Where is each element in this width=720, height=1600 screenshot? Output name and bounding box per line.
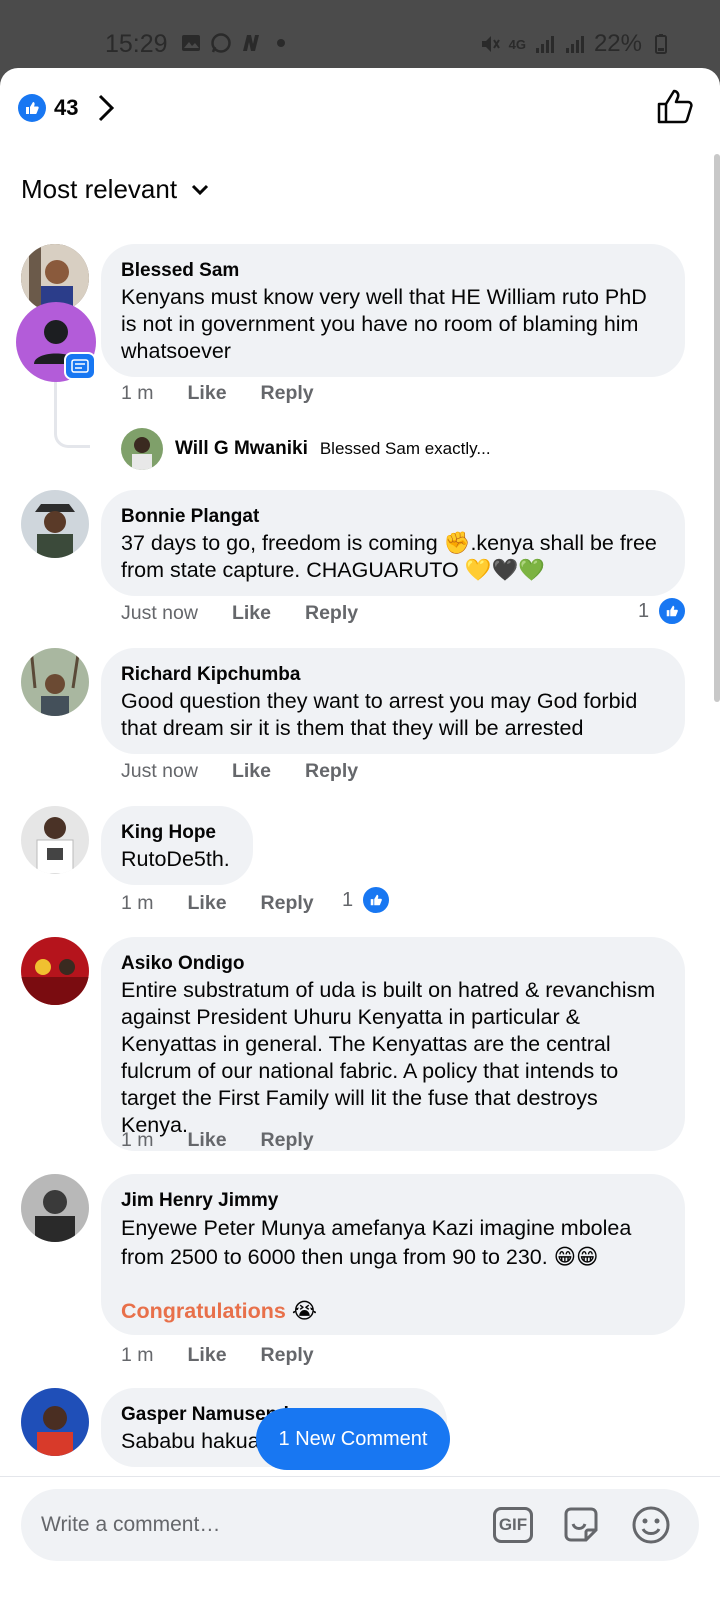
signal-icon — [565, 36, 584, 53]
sticker-icon — [564, 1507, 598, 1542]
emoji-icon — [632, 1506, 670, 1544]
reaction-count: 1 — [638, 599, 650, 622]
composer-bar: GIF — [0, 1476, 720, 1600]
comment-actions: 1 m Like Reply — [121, 382, 314, 405]
system-icons: 4G 22% — [479, 30, 672, 58]
comment-time: Just now — [121, 760, 198, 782]
emoji-button[interactable] — [629, 1503, 673, 1547]
comment-time: 1 m — [121, 382, 154, 404]
new-comment-button[interactable]: 1 New Comment — [256, 1408, 450, 1470]
avatar[interactable] — [21, 490, 89, 558]
gif-button[interactable]: GIF — [491, 1503, 535, 1547]
comment-author[interactable]: Blessed Sam — [121, 258, 665, 284]
comment-bubble[interactable]: Jim Henry Jimmy Enyewe Peter Munya amefa… — [101, 1174, 685, 1335]
reply-text: Blessed Sam exactly... — [319, 439, 491, 458]
comment-bubble[interactable]: King Hope RutoDe5th. — [101, 806, 253, 885]
reaction-summary[interactable]: 1 — [342, 885, 392, 915]
reply-button[interactable]: Reply — [261, 892, 314, 915]
status-time: 15:29 — [105, 30, 168, 58]
sticker-button[interactable] — [559, 1503, 603, 1547]
comment-input[interactable] — [41, 1509, 461, 1541]
messenger-badge-icon — [64, 352, 96, 380]
comment-bubble[interactable]: Bonnie Plangat 37 days to go, freedom is… — [101, 490, 685, 596]
battery-percent: 22% — [593, 30, 642, 57]
comment-actions: 1 m Like Reply — [121, 1129, 314, 1152]
reply-button[interactable]: Reply — [305, 602, 358, 625]
like-button[interactable]: Like — [188, 892, 227, 915]
reaction-count: 1 — [342, 888, 354, 911]
comment-text: Entire substratum of uda is built on hat… — [121, 978, 656, 1137]
comment-bubble[interactable]: Richard Kipchumba Good question they wan… — [101, 648, 685, 754]
gif-icon: GIF — [493, 1507, 533, 1543]
comment-text: 37 days to go, freedom is coming ✊.kenya… — [121, 531, 657, 582]
n-app-icon — [243, 35, 259, 51]
mute-icon — [481, 36, 500, 52]
scrollbar[interactable] — [714, 154, 720, 702]
highlight-emoji: 😭 — [291, 1299, 317, 1323]
sort-label: Most relevant — [21, 174, 178, 204]
like-button[interactable]: Like — [232, 602, 271, 625]
comment-author[interactable]: King Hope — [121, 820, 233, 846]
chevron-down-icon — [192, 184, 209, 195]
comment-composer: GIF — [21, 1489, 699, 1561]
reactions-summary-link[interactable]: 43 — [18, 90, 116, 126]
avatar[interactable] — [21, 1174, 89, 1242]
comment-time: Just now — [121, 602, 198, 624]
like-button[interactable]: Like — [188, 382, 227, 405]
avatar[interactable] — [21, 648, 89, 716]
comment-actions: Just now Like Reply — [121, 760, 358, 783]
like-reaction-icon — [361, 885, 392, 915]
avatar[interactable] — [21, 806, 89, 874]
comments-sheet: 43 Most relevant Blessed Sam Kenyans mus… — [0, 68, 720, 1600]
dot-icon — [277, 39, 285, 47]
comment-time: 1 m — [121, 1129, 154, 1151]
comment-text: Enyewe Peter Munya amefanya Kazi imagine… — [121, 1216, 632, 1269]
comment-author[interactable]: Asiko Ondigo — [121, 951, 665, 977]
comment-highlight-line: Congratulations 😭 — [121, 1298, 665, 1325]
notification-icons — [180, 32, 292, 54]
chevron-right-icon — [99, 94, 115, 122]
reply-author: Will G Mwaniki — [175, 438, 308, 459]
comment-author[interactable]: Bonnie Plangat — [121, 504, 665, 530]
comment-author[interactable]: Jim Henry Jimmy — [121, 1188, 665, 1214]
avatar[interactable] — [21, 1388, 89, 1456]
comment-author[interactable]: Richard Kipchumba — [121, 662, 665, 688]
reaction-summary[interactable]: 1 — [638, 596, 688, 626]
like-button[interactable]: Like — [232, 760, 271, 783]
reply-button[interactable]: Reply — [305, 760, 358, 783]
reply-preview[interactable]: Will G Mwaniki Blessed Sam exactly... — [121, 428, 491, 470]
like-reaction-icon — [18, 94, 46, 122]
like-reaction-icon — [657, 596, 688, 626]
comment-text: Good question they want to arrest you ma… — [121, 689, 638, 740]
thread-line — [54, 378, 90, 448]
reply-button[interactable]: Reply — [261, 1129, 314, 1152]
comment-time: 1 m — [121, 892, 154, 914]
reaction-count: 43 — [54, 95, 79, 120]
like-post-button[interactable] — [656, 88, 694, 126]
sheet-header: 43 — [0, 68, 720, 148]
battery-icon — [655, 34, 667, 54]
comment-actions: 1 m Like Reply — [121, 1344, 314, 1367]
whatsapp-icon — [211, 33, 231, 53]
comment-text: RutoDe5th. — [121, 847, 230, 871]
signal-icon — [535, 36, 554, 53]
status-bar: 15:29 4G 22% — [0, 0, 720, 70]
network-type: 4G — [508, 36, 526, 52]
comment-time: 1 m — [121, 1344, 154, 1366]
sort-dropdown[interactable]: Most relevant — [21, 174, 209, 205]
comment-bubble[interactable]: Blessed Sam Kenyans must know very well … — [101, 244, 685, 377]
avatar — [121, 428, 163, 470]
reply-button[interactable]: Reply — [261, 382, 314, 405]
comment-text: Kenyans must know very well that HE Will… — [121, 285, 647, 363]
comment-actions: Just now Like Reply — [121, 602, 358, 625]
like-button[interactable]: Like — [188, 1344, 227, 1367]
comment-bubble[interactable]: Asiko Ondigo Entire substratum of uda is… — [101, 937, 685, 1151]
highlight-text: Congratulations — [121, 1299, 286, 1323]
like-button[interactable]: Like — [188, 1129, 227, 1152]
image-icon — [182, 35, 200, 51]
reply-button[interactable]: Reply — [261, 1344, 314, 1367]
avatar[interactable] — [21, 937, 89, 1005]
comment-actions: 1 m Like Reply — [121, 892, 314, 915]
